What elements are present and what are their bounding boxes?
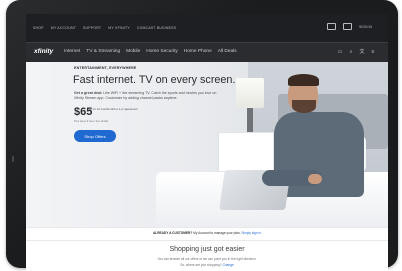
shopping-subtext: You can browse all our offers or we can … [157, 257, 257, 261]
util-link-shop[interactable]: SHOP [33, 26, 44, 30]
hero-lamp-shade [236, 78, 264, 108]
nav-item-tv-streaming[interactable]: TV & Streaming [86, 49, 120, 54]
main-nav: xfinity Internet TV & Streaming Mobile H… [26, 42, 388, 62]
nav-item-mobile[interactable]: Mobile [126, 49, 140, 54]
hero-fine-print[interactable]: Plus taxes & fees. See details [74, 120, 108, 123]
menu-icon[interactable]: ≡ [370, 49, 376, 55]
nav-icons: ▭ ⌕ 文 ≡ [337, 48, 376, 56]
hero-nightstand [218, 132, 274, 172]
customer-strip: ALREADY A CUSTOMER? My Account to manage… [26, 227, 388, 241]
hero-person-beard [292, 100, 316, 113]
util-link-my-xfinity[interactable]: MY XFINITY [108, 26, 130, 30]
language-icon[interactable]: 文 [359, 48, 365, 55]
hero-person-hand [308, 174, 322, 184]
nav-item-internet[interactable]: Internet [64, 49, 80, 54]
util-link-support[interactable]: SUPPORT [83, 26, 101, 30]
shopping-location-text: So, where are you shopping? [180, 263, 222, 267]
monitor-icon[interactable] [342, 23, 352, 30]
hero-eyebrow: ENTERTAINMENT, EVERYWHERE [74, 66, 137, 70]
cart-icon[interactable]: ▭ [337, 49, 343, 55]
util-link-my-account[interactable]: MY ACCOUNT [51, 26, 76, 30]
sign-in-link[interactable]: SIGN IN [359, 25, 372, 29]
hero-price-detail: mo for 12 months with a 1-yr agreement [88, 107, 138, 111]
nav-item-home-security[interactable]: Home Security [146, 49, 177, 54]
nav-items: Internet TV & Streaming Mobile Home Secu… [64, 49, 237, 54]
customer-strip-lead: ALREADY A CUSTOMER? [152, 231, 193, 235]
shop-offers-button[interactable]: Shop Offers [74, 130, 116, 142]
sign-in-cta-link[interactable]: Simply sign in [241, 231, 261, 235]
xfinity-logo[interactable]: xfinity [34, 48, 53, 55]
hero-body: Get a great deal: Like WiFi + live strea… [74, 91, 224, 101]
shopping-heading: Shopping just got easier [169, 246, 245, 253]
search-icon[interactable]: ⌕ [348, 49, 354, 55]
utility-actions: SIGN IN [326, 23, 372, 30]
util-link-comcast-business[interactable]: COMCAST BUSINESS [137, 26, 176, 30]
home-button[interactable] [12, 156, 14, 162]
hero-banner [26, 62, 388, 227]
hero-headline: Fast internet. TV on every screen. [73, 74, 236, 86]
mail-icon[interactable] [326, 23, 336, 30]
browser-screen: SHOP MY ACCOUNT SUPPORT MY XFINITY COMCA… [26, 14, 388, 271]
nav-item-all-deals[interactable]: All Deals [218, 49, 237, 54]
hero-body-strong: Get a great deal: [74, 91, 103, 95]
change-location-link[interactable]: Change [223, 263, 234, 267]
nav-item-home-phone[interactable]: Home Phone [184, 49, 212, 54]
customer-strip-text: My Account to manage your plan. [193, 231, 241, 235]
utility-bar: SHOP MY ACCOUNT SUPPORT MY XFINITY COMCA… [26, 14, 388, 42]
hero-person-hair [288, 74, 319, 86]
hero-lamp-base [247, 108, 253, 132]
shopping-location-line: So, where are you shopping? Change [26, 263, 388, 267]
utility-links: SHOP MY ACCOUNT SUPPORT MY XFINITY COMCA… [33, 26, 176, 30]
